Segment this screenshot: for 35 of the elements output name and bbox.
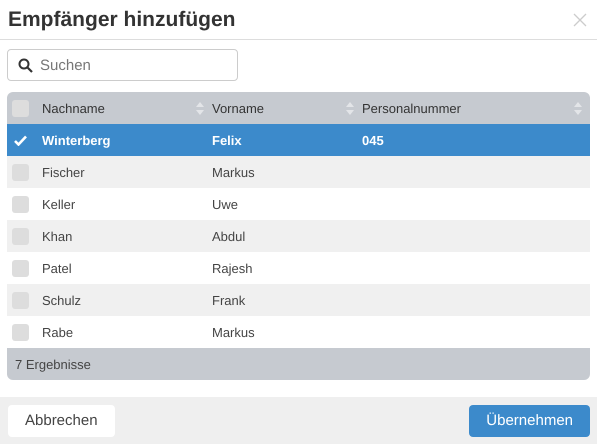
table-row[interactable]: Fischer Markus xyxy=(7,156,590,188)
table-cell-text: Felix xyxy=(212,132,243,148)
table-cell-text: Schulz xyxy=(42,292,82,308)
table-cell-text: Fischer xyxy=(42,164,86,180)
table-cell-text: Markus xyxy=(212,324,256,340)
search-field[interactable]: Suchen xyxy=(7,49,238,81)
table-row[interactable]: Khan Abdul xyxy=(7,220,590,252)
cancel-button[interactable]: Abbrechen xyxy=(8,404,115,436)
table-row[interactable]: Schulz Frank xyxy=(7,284,590,316)
checkbox[interactable] xyxy=(12,324,29,340)
column-header[interactable]: Vorname xyxy=(212,100,264,116)
table-cell-text: Markus xyxy=(212,164,256,180)
table-cell-text: Winterberg xyxy=(42,132,112,148)
table-cell-text: Uwe xyxy=(212,196,240,212)
table-cell-text: Frank xyxy=(212,292,246,308)
sort-icon[interactable] xyxy=(574,102,582,114)
apply-button[interactable]: Übernehmen xyxy=(469,404,590,436)
table-cell-text: Abdul xyxy=(212,228,246,244)
sort-icon[interactable] xyxy=(196,102,204,114)
checkbox[interactable] xyxy=(12,260,29,276)
table-cell-text: Rajesh xyxy=(212,260,254,276)
sort-icon[interactable] xyxy=(346,102,354,114)
column-header[interactable]: Nachname xyxy=(42,100,105,116)
table-row[interactable]: Winterberg Felix 045 xyxy=(7,124,590,156)
table-cell-text: Rabe xyxy=(42,324,74,340)
dialog-title: Empfänger hinzufügen xyxy=(8,8,236,32)
table-cell-text: Patel xyxy=(42,260,73,276)
column-header[interactable]: Personalnummer xyxy=(362,100,461,116)
table-cell-text: Keller xyxy=(42,196,76,212)
close-icon[interactable] xyxy=(573,12,587,26)
table-cell-text: 045 xyxy=(362,132,385,148)
table-cell-text: Khan xyxy=(42,228,74,244)
search-icon xyxy=(18,58,33,73)
result-count: 7 Ergebnisse xyxy=(15,356,91,372)
checkbox[interactable] xyxy=(12,196,29,212)
